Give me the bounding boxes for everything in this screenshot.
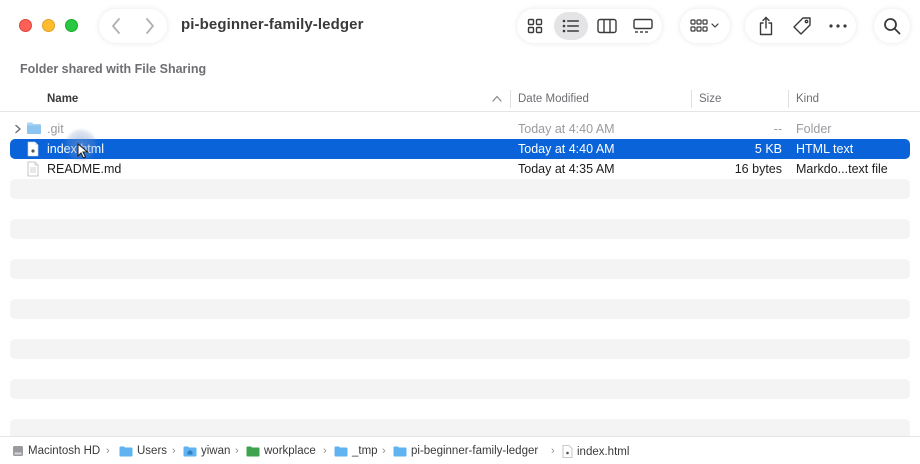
file-row-index-html[interactable]: index.html Today at 4:40 AM 5 KB HTML te… <box>10 139 910 159</box>
file-name: README.md <box>47 162 122 176</box>
back-button[interactable] <box>99 9 133 43</box>
path-separator: › <box>323 445 327 457</box>
column-header: Name Date Modified Size Kind <box>0 88 920 112</box>
share-icon <box>759 16 772 36</box>
green-folder-icon <box>246 446 260 456</box>
forward-button[interactable] <box>133 9 167 43</box>
path-item-label: workplace <box>264 445 316 457</box>
list-view-button[interactable] <box>554 12 588 40</box>
text-file-icon <box>27 161 39 177</box>
column-size-header[interactable]: Size <box>699 93 721 105</box>
columns-icon <box>597 18 617 34</box>
empty-row <box>10 259 910 279</box>
toolbar: pi-beginner-family-ledger <box>0 0 920 52</box>
file-kind: HTML text <box>796 142 854 156</box>
chevron-right-icon <box>146 18 154 34</box>
more-icon <box>828 24 847 28</box>
path-item-tmp[interactable]: _tmp <box>334 445 378 457</box>
group-grid-icon <box>690 19 719 32</box>
column-date-header[interactable]: Date Modified <box>518 93 589 105</box>
empty-row <box>10 299 910 319</box>
window-title: pi-beginner-family-ledger <box>181 16 364 33</box>
more-button[interactable] <box>819 9 856 43</box>
path-item-workplace[interactable]: workplace <box>246 445 316 457</box>
file-size: 5 KB <box>754 142 782 156</box>
zoom-window-button[interactable] <box>65 19 78 32</box>
file-size: -- <box>773 122 782 136</box>
column-view-button[interactable] <box>590 12 624 40</box>
gallery-view-button[interactable] <box>626 12 660 40</box>
file-date: Today at 4:40 AM <box>518 142 615 156</box>
file-kind: Folder <box>796 122 832 136</box>
home-folder-icon <box>183 446 197 456</box>
column-name-header[interactable]: Name <box>47 93 78 105</box>
file-row-readme[interactable]: README.md Today at 4:35 AM 16 bytes Mark… <box>10 159 910 179</box>
close-window-button[interactable] <box>19 19 32 32</box>
grid-icon <box>527 18 543 34</box>
actions-group <box>745 9 856 43</box>
column-divider[interactable] <box>788 90 789 108</box>
folder-icon <box>334 446 348 456</box>
empty-row <box>10 339 910 359</box>
path-separator: › <box>235 445 239 457</box>
path-item-label: pi-beginner-family-ledger <box>411 445 539 457</box>
html-file-icon <box>562 445 573 458</box>
view-mode-group <box>517 9 662 43</box>
file-row-git[interactable]: .git Today at 4:40 AM -- Folder <box>10 119 910 139</box>
file-date: Today at 4:40 AM <box>518 122 615 136</box>
sort-ascending-icon <box>492 95 502 102</box>
disclosure-triangle-icon[interactable] <box>14 124 22 134</box>
path-item-label: yiwan <box>201 445 231 457</box>
search-button[interactable] <box>874 9 910 43</box>
list-icon <box>562 19 579 33</box>
disk-icon <box>13 446 23 456</box>
path-separator: › <box>172 445 176 457</box>
search-icon <box>884 18 901 35</box>
path-item-label: _tmp <box>352 445 378 457</box>
path-item-users[interactable]: Users <box>119 445 167 457</box>
path-item-label: Users <box>137 445 168 457</box>
html-file-icon <box>27 141 39 157</box>
path-separator: › <box>382 445 386 457</box>
chevron-left-icon <box>112 18 120 34</box>
folder-icon <box>27 122 41 134</box>
path-item-project-folder[interactable]: pi-beginner-family-ledger <box>393 445 538 457</box>
path-item-label: index.html <box>577 445 630 458</box>
empty-row <box>10 179 910 199</box>
gallery-icon <box>633 18 653 33</box>
tag-icon <box>792 17 811 35</box>
folder-icon <box>119 446 133 456</box>
empty-row <box>10 219 910 239</box>
shared-folder-label: Folder shared with File Sharing <box>20 62 207 76</box>
navigation-group <box>99 9 167 43</box>
group-by-button[interactable] <box>680 9 730 43</box>
file-date: Today at 4:35 AM <box>518 162 615 176</box>
mouse-pointer-icon <box>77 143 89 159</box>
file-kind: Markdo...text file <box>796 162 888 176</box>
empty-row <box>10 379 910 399</box>
path-item-macintosh-hd[interactable]: Macintosh HD <box>12 445 100 457</box>
path-bar: Macintosh HD › Users › yiwan › workplace… <box>0 436 920 464</box>
tag-button[interactable] <box>783 9 820 43</box>
column-kind-header[interactable]: Kind <box>796 93 819 105</box>
file-name: .git <box>47 122 64 136</box>
path-separator: › <box>106 445 110 457</box>
path-item-index-html[interactable]: index.html <box>562 445 629 458</box>
folder-icon <box>393 446 407 456</box>
minimize-window-button[interactable] <box>42 19 55 32</box>
path-item-yiwan[interactable]: yiwan <box>183 445 230 457</box>
icon-view-button[interactable] <box>518 12 552 40</box>
column-divider[interactable] <box>510 90 511 108</box>
file-size: 16 bytes <box>734 162 782 176</box>
column-divider[interactable] <box>691 90 692 108</box>
share-button[interactable] <box>747 9 784 43</box>
path-separator: › <box>551 445 555 457</box>
path-item-label: Macintosh HD <box>28 445 101 457</box>
